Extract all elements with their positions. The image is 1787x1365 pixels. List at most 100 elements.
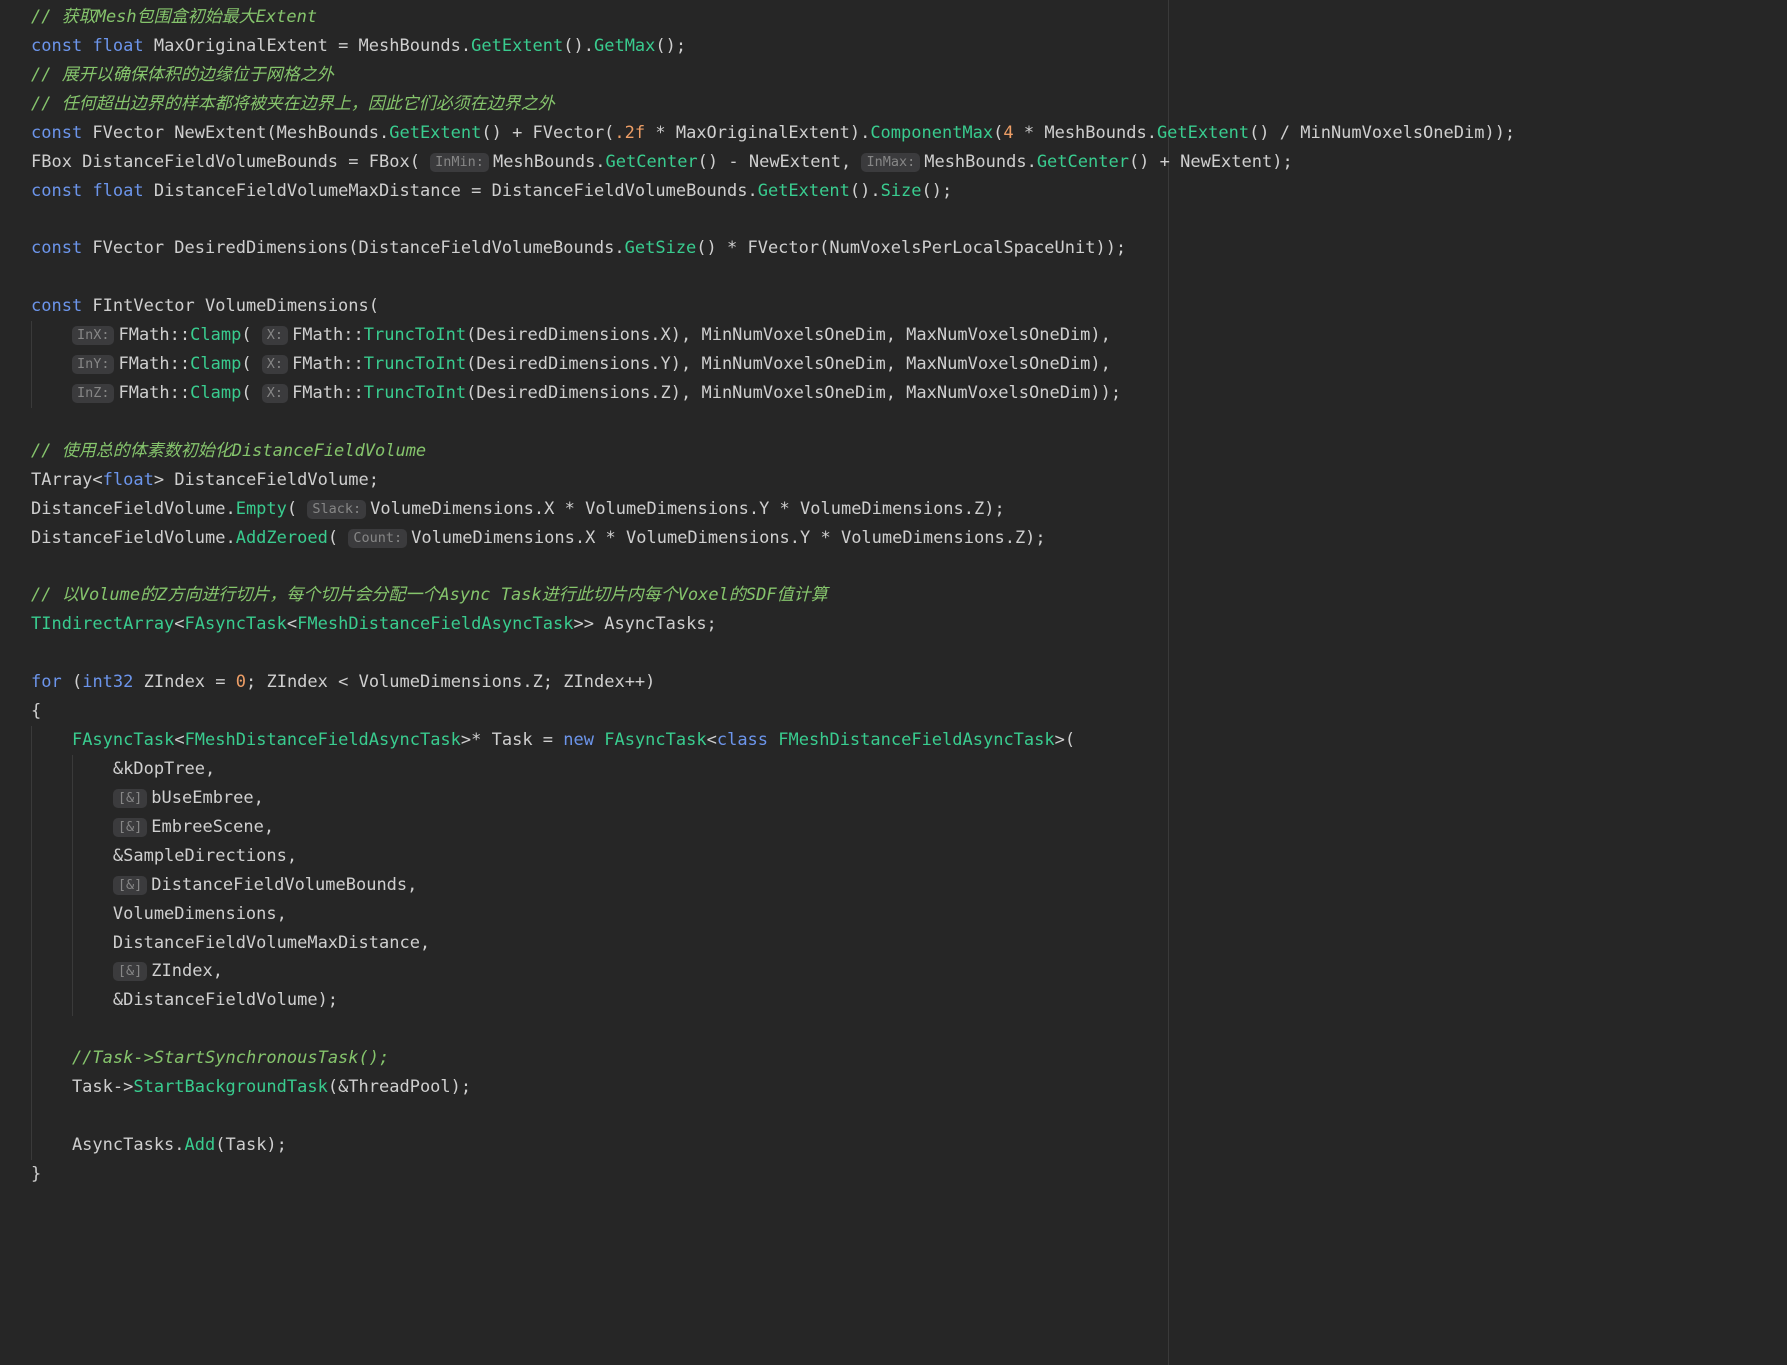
- inlay-hint: X:: [261, 383, 289, 403]
- code-token: () + FVector(: [481, 122, 615, 143]
- code-token: const: [31, 122, 83, 143]
- code-token: GetCenter: [605, 151, 698, 172]
- code-token: >(: [1054, 730, 1076, 751]
- code-token: FMath::: [292, 382, 364, 403]
- editor-window: { "colors": { "background": "#262626", "…: [0, 0, 1787, 1365]
- code-line: DistanceFieldVolume.AddZeroed( Count: Vol…: [31, 524, 1787, 553]
- code-token: MeshBounds.: [492, 151, 606, 172]
- code-token: FMath::: [118, 325, 191, 346]
- code-token: * MeshBounds.: [1013, 122, 1157, 143]
- code-comment: // 展开以确保体积的边缘位于网格之外: [31, 64, 334, 85]
- code-line: DistanceFieldVolumeMaxDistance,: [31, 929, 1787, 958]
- inlay-hint: Count:: [348, 528, 408, 548]
- code-token: const: [31, 238, 83, 259]
- code-token: AddZeroed: [235, 527, 328, 548]
- code-token: DistanceFieldVolume.: [31, 527, 236, 548]
- code-token: FAsyncTask: [71, 730, 175, 751]
- code-token: &SampleDirections,: [31, 845, 298, 866]
- code-token: FMeshDistanceFieldAsyncTask: [184, 730, 461, 751]
- code-token: ().: [563, 35, 594, 56]
- code-token: class: [716, 730, 769, 751]
- code-token: (: [61, 672, 83, 693]
- code-token: FVector DesiredDimensions(DistanceFieldV…: [82, 238, 625, 259]
- code-comment: // 以Volume的Z方向进行切片，每个切片会分配一个Async Task进行…: [31, 585, 828, 606]
- code-line: }: [31, 1160, 1787, 1189]
- code-token: GetSize: [624, 238, 697, 259]
- code-token: ().: [849, 180, 881, 201]
- inlay-hint: InX:: [71, 326, 115, 346]
- code-token: () + NewExtent);: [1128, 151, 1293, 172]
- code-token: ComponentMax: [870, 122, 994, 143]
- code-token: <: [174, 614, 185, 635]
- code-token: ();: [655, 35, 687, 56]
- code-token: () / MinNumVoxelsOneDim));: [1249, 122, 1516, 143]
- code-token: new: [563, 730, 594, 751]
- code-line: TIndirectArray<FAsyncTask<FMeshDistanceF…: [31, 610, 1787, 639]
- code-token: for: [31, 672, 62, 693]
- code-token: (: [993, 122, 1004, 143]
- code-line: for (int32 ZIndex = 0; ZIndex < VolumeDi…: [31, 668, 1787, 697]
- code-line: const FIntVector VolumeDimensions(: [31, 292, 1787, 321]
- code-line: InX: FMath::Clamp( X: FMath::TruncToInt(De…: [31, 321, 1787, 350]
- code-token: FMath::: [292, 354, 364, 375]
- code-token: AsyncTasks.: [31, 1134, 185, 1155]
- code-token: StartBackgroundTask: [133, 1077, 328, 1098]
- code-line: [&] EmbreeScene,: [31, 813, 1787, 842]
- inlay-hint: [&]: [112, 875, 148, 895]
- inlay-hint: InMax:: [861, 152, 921, 172]
- code-token: FMeshDistanceFieldAsyncTask: [778, 730, 1055, 751]
- code-token: VolumeDimensions.X * VolumeDimensions.Y …: [411, 527, 1046, 548]
- code-line: VolumeDimensions,: [31, 900, 1787, 929]
- code-comment: // 使用总的体素数初始化DistanceFieldVolume: [31, 440, 427, 461]
- code-comment: // 任何超出边界的样本都将被夹在边界上，因此它们必须在边界之外: [31, 93, 555, 114]
- code-token: FIntVector VolumeDimensions(: [82, 296, 379, 317]
- code-line: const float DistanceFieldVolumeMaxDistan…: [31, 177, 1787, 206]
- code-token: Add: [184, 1134, 216, 1155]
- code-line: DistanceFieldVolume.Empty( Slack: VolumeD…: [31, 495, 1787, 524]
- inlay-hint: [&]: [112, 962, 148, 982]
- code-token: FMeshDistanceFieldAsyncTask: [297, 614, 574, 635]
- code-token: GetCenter: [1036, 151, 1129, 172]
- inlay-hint: X:: [261, 355, 289, 375]
- code-token: MaxOriginalExtent = MeshBounds.: [143, 35, 472, 56]
- code-token: <: [706, 730, 717, 751]
- code-token: Clamp: [190, 325, 242, 346]
- code-line: const FVector DesiredDimensions(Distance…: [31, 234, 1787, 263]
- code-token: FMath::: [118, 354, 191, 375]
- code-token: () - NewExtent,: [697, 151, 862, 172]
- code-token: FAsyncTask: [604, 730, 707, 751]
- code-editor[interactable]: // 获取Mesh包围盒初始最大Extent const float MaxOri…: [0, 0, 1787, 1365]
- code-token: 0: [235, 672, 246, 693]
- code-token: (DesiredDimensions.Y), MinNumVoxelsOneDi…: [466, 354, 1111, 375]
- code-area: // 获取Mesh包围盒初始最大Extent const float MaxOri…: [0, 0, 1787, 1189]
- code-token: GetExtent: [1156, 122, 1250, 143]
- code-token: int32: [82, 672, 134, 693]
- code-token: DistanceFieldVolumeBounds,: [151, 874, 418, 895]
- code-token: DistanceFieldVolumeMaxDistance = Distanc…: [143, 180, 758, 201]
- code-line: {: [31, 697, 1787, 726]
- code-token: >> AsyncTasks;: [573, 614, 717, 635]
- code-token: DistanceFieldVolume.: [31, 498, 236, 519]
- code-token: TruncToInt: [363, 325, 467, 346]
- code-line: &DistanceFieldVolume);: [31, 986, 1787, 1015]
- code-token: GetMax: [593, 35, 656, 56]
- code-token: ZIndex =: [133, 672, 236, 693]
- code-line: // 以Volume的Z方向进行切片，每个切片会分配一个Async Task进行…: [31, 581, 1787, 610]
- inlay-hint: InY:: [71, 355, 115, 375]
- code-token: &kDopTree,: [31, 758, 216, 779]
- code-token: * MaxOriginalExtent).: [645, 122, 871, 143]
- code-line: FAsyncTask<FMeshDistanceFieldAsyncTask>*…: [31, 726, 1787, 755]
- code-token: bUseEmbree,: [151, 787, 264, 808]
